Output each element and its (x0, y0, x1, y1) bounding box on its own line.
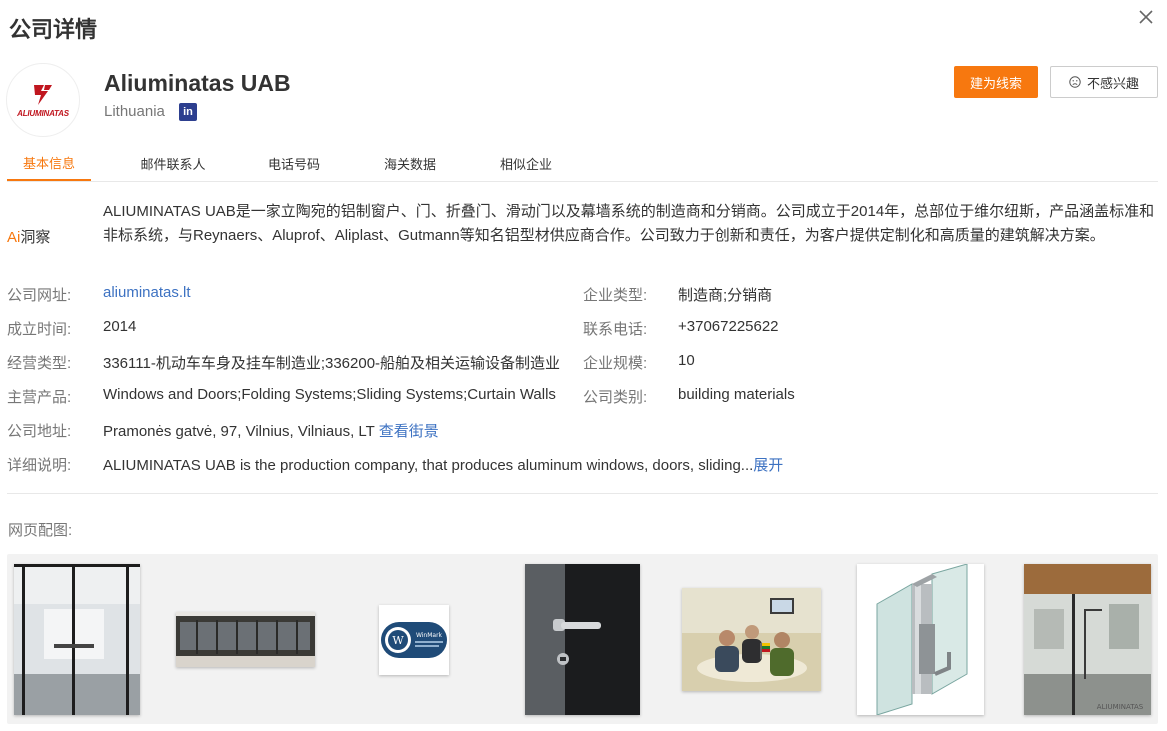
ai-insight-text-label: 洞察 (20, 229, 51, 246)
meeting-room-icon (682, 588, 821, 691)
category-label: 公司类别: (583, 389, 648, 406)
company-country: Lithuania (104, 103, 165, 120)
not-interested-button[interactable]: 不感兴趣 (1050, 66, 1158, 98)
size-value: 10 (678, 352, 695, 369)
expand-link[interactable]: 展开 (753, 457, 783, 474)
winmark-badge-icon: W WinMark (379, 605, 449, 675)
tab-similar-companies[interactable]: 相似企业 (485, 145, 567, 181)
gallery-image-winmark[interactable]: W WinMark (379, 605, 449, 675)
logo-text: ALIUMINATAS (17, 108, 69, 118)
create-lead-button[interactable]: 建为线索 (954, 66, 1038, 98)
image-gallery: W WinMark ALIUMINATAS (7, 554, 1158, 724)
winmark-text: WinMark (416, 632, 443, 639)
ai-insight-text: ALIUMINATAS UAB是一家立陶宛的铝制窗户、门、折叠门、滑动门以及幕墙… (103, 203, 1155, 244)
tab-phone-numbers[interactable]: 电话号码 (253, 145, 335, 181)
address-row: Pramonės gatvė, 97, Vilnius, Vilniaus, L… (103, 420, 439, 441)
tab-email-contacts[interactable]: 邮件联系人 (123, 145, 223, 181)
description-value: ALIUMINATAS UAB is the production compan… (103, 457, 754, 474)
street-view-link[interactable]: 查看街景 (379, 423, 439, 440)
building-facade-icon (176, 612, 315, 667)
close-icon[interactable] (1135, 6, 1157, 28)
address-value: Pramonės gatvė, 97, Vilnius, Vilniaus, L… (103, 423, 375, 440)
gallery-image-door-handle[interactable] (525, 564, 640, 715)
business-type-label: 经营类型: (7, 355, 72, 372)
phone-value: +37067225622 (678, 318, 779, 335)
tab-bar: 基本信息 邮件联系人 电话号码 海关数据 相似企业 (7, 145, 1158, 182)
business-type-value: 336111-机动车车身及挂车制造业;336200-船舶及相关运输设备制造业 (103, 355, 561, 372)
divider (7, 493, 1158, 494)
svg-text:W: W (392, 634, 404, 647)
tab-basic-info[interactable]: 基本信息 (7, 145, 91, 181)
tab-customs-data[interactable]: 海关数据 (369, 145, 451, 181)
size-label: 企业规模: (583, 355, 648, 372)
gallery-image-glass-partition[interactable] (14, 564, 140, 715)
gallery-image-profile[interactable] (857, 564, 984, 715)
linkedin-icon[interactable]: in (179, 103, 197, 121)
company-type-value: 制造商;分销商 (678, 287, 773, 304)
company-type-label: 企业类型: (583, 287, 648, 304)
category-value: building materials (678, 386, 795, 403)
products-label: 主营产品: (7, 389, 72, 406)
ai-insight-label: Ai洞察 (7, 226, 50, 247)
gallery-image-facade[interactable] (176, 612, 315, 667)
description-label: 详细说明: (7, 457, 72, 474)
gallery-image-glass-door[interactable]: ALIUMINATAS (1024, 564, 1151, 715)
gallery-label: 网页配图: (8, 522, 73, 539)
sad-face-icon (1069, 76, 1081, 88)
address-label: 公司地址: (7, 423, 72, 440)
company-name: Aliuminatas UAB (104, 70, 291, 96)
phone-label: 联系电话: (583, 321, 648, 338)
glass-door-office-icon: ALIUMINATAS (1024, 564, 1151, 715)
not-interested-label: 不感兴趣 (1086, 76, 1139, 92)
aliuminatas-logo-icon (34, 84, 52, 105)
products-value: Windows and Doors;Folding Systems;Slidin… (103, 386, 556, 403)
watermark-text: ALIUMINATAS (1097, 703, 1144, 711)
ai-prefix: Ai (7, 229, 21, 246)
founded-value: 2014 (103, 318, 137, 335)
company-logo: ALIUMINATAS (6, 63, 80, 137)
website-label: 公司网址: (7, 287, 72, 304)
aluminum-profile-icon (857, 564, 984, 715)
founded-label: 成立时间: (7, 321, 72, 338)
gallery-image-meeting[interactable] (682, 588, 821, 691)
modal-title: 公司详情 (9, 18, 98, 43)
door-handle-icon (525, 564, 640, 715)
website-link[interactable]: aliuminatas.lt (103, 284, 191, 301)
glass-partition-office-icon (14, 564, 140, 715)
description-row: ALIUMINATAS UAB is the production compan… (103, 454, 783, 475)
